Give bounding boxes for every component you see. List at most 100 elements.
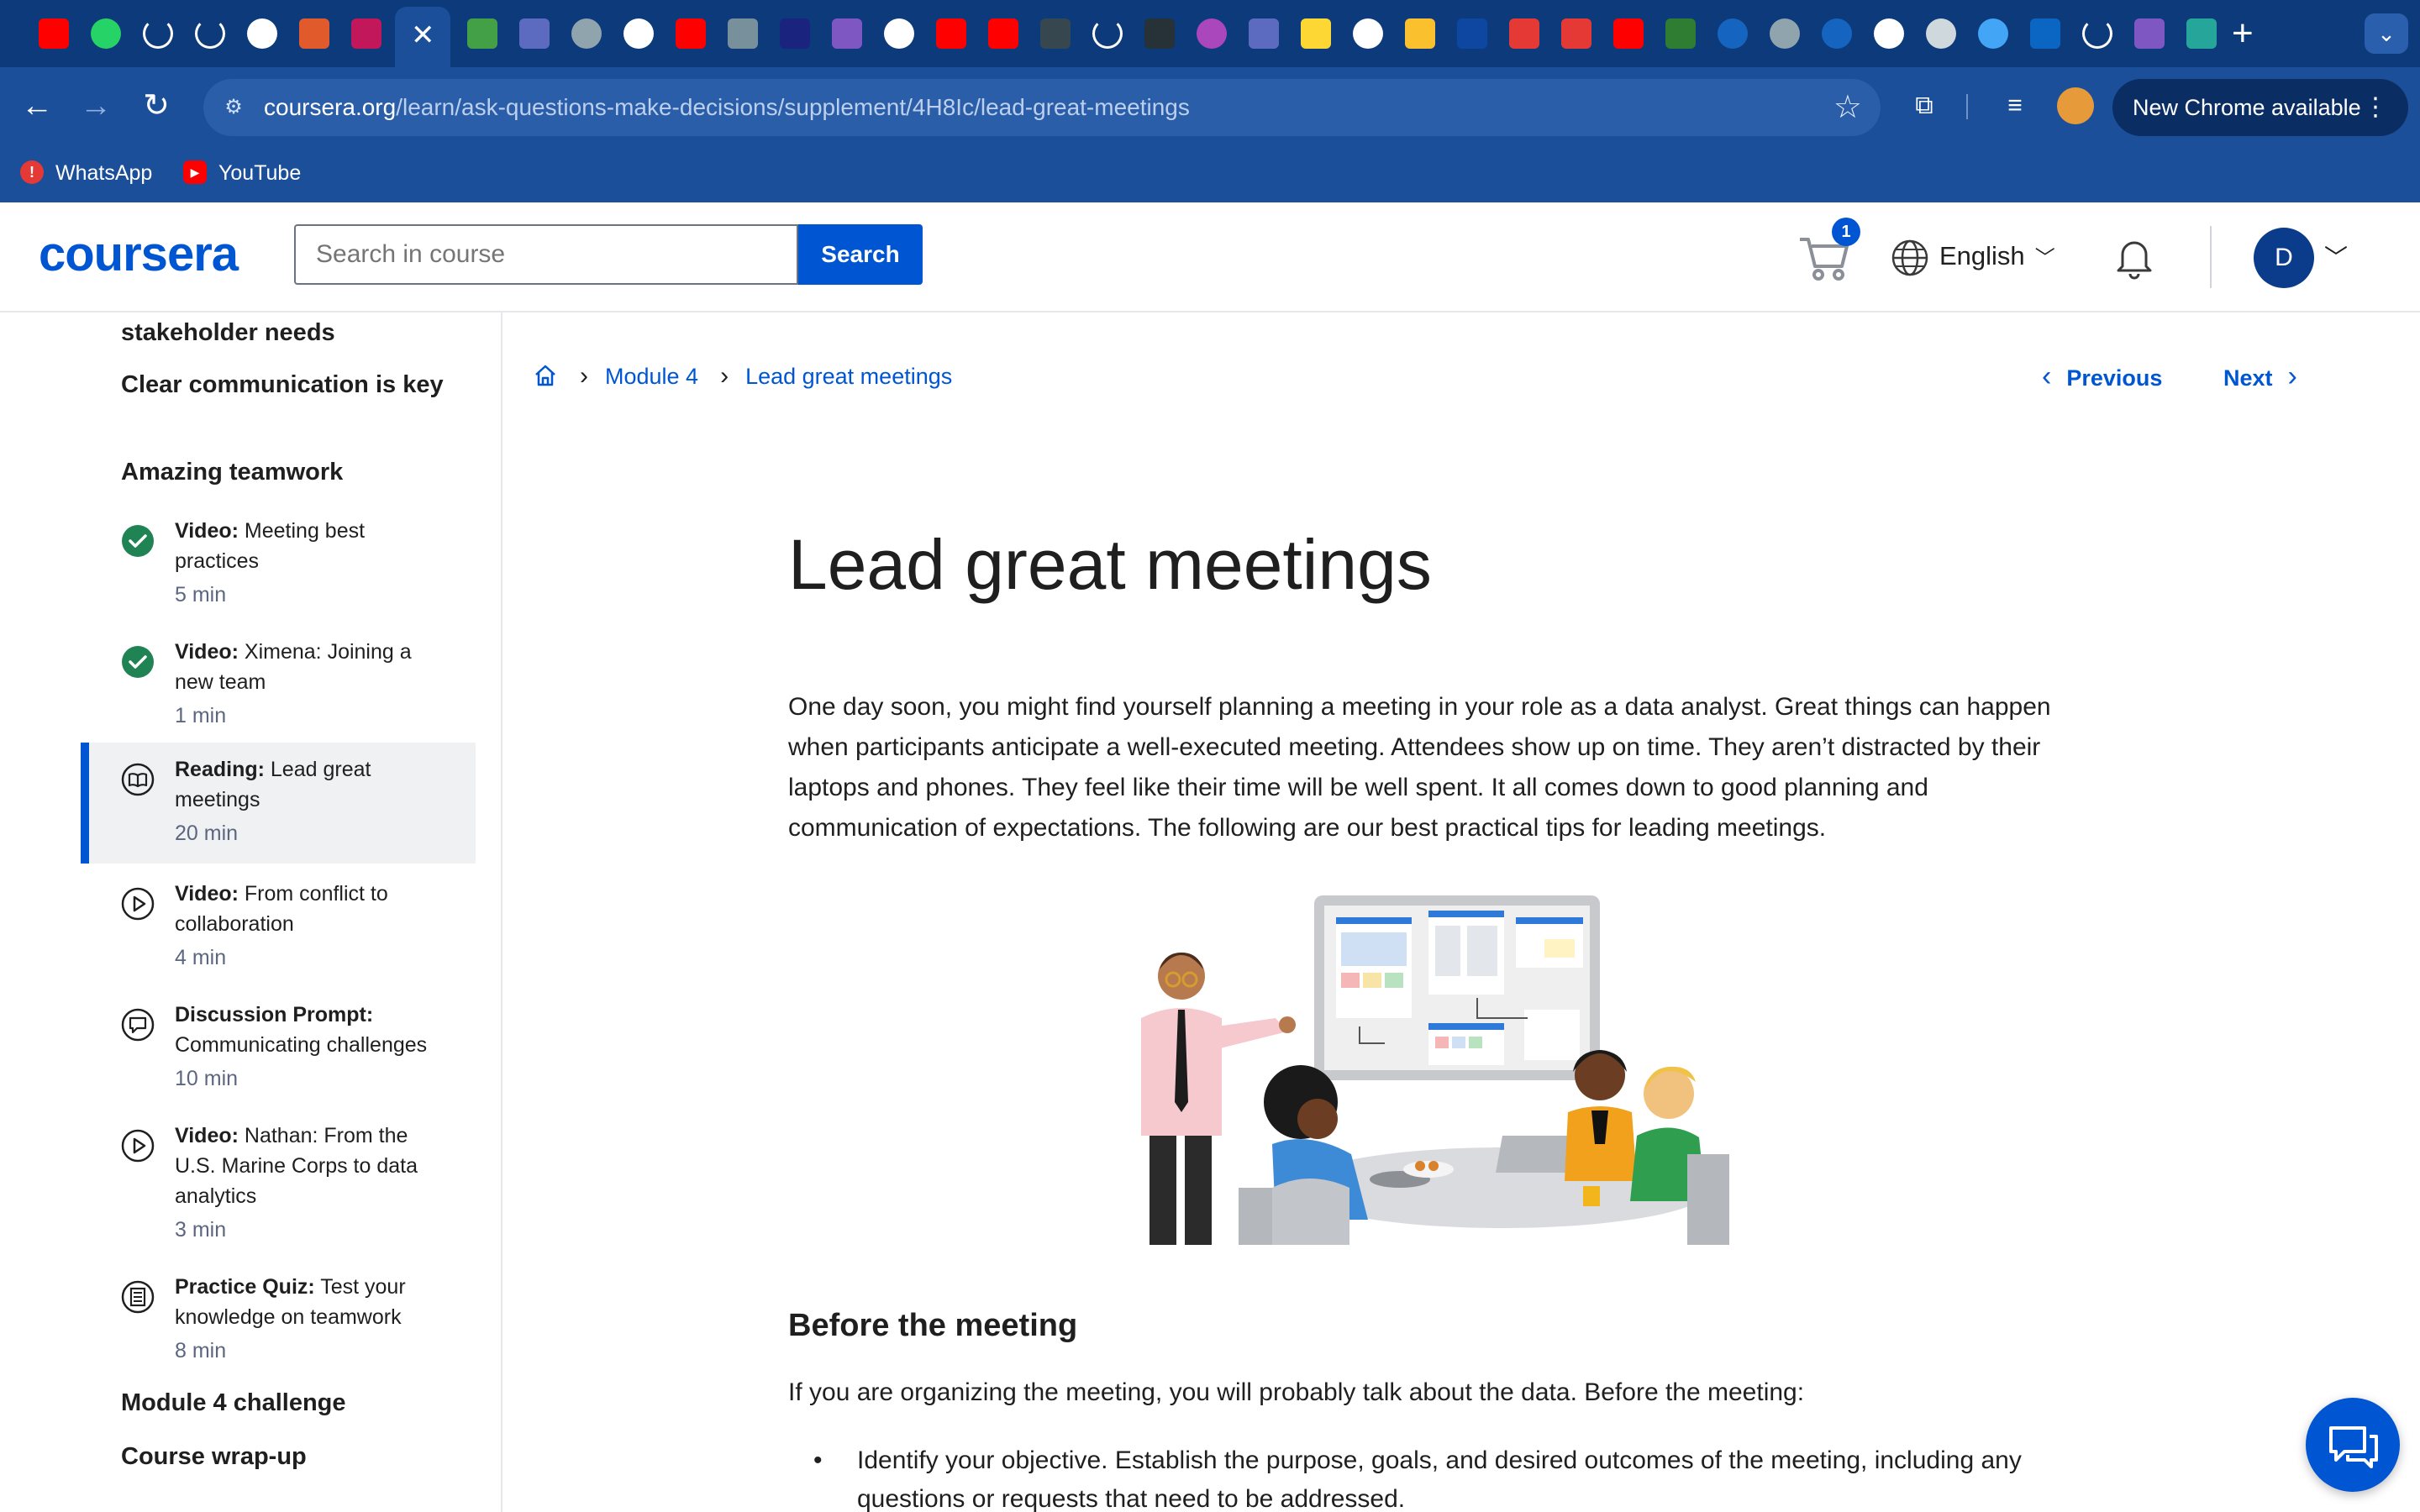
sidebar-section-heading[interactable]: Amazing teamwork [121, 455, 449, 489]
reload-icon[interactable]: ↻ [136, 86, 176, 126]
video-icon[interactable] [1197, 18, 1227, 49]
chat-icon [2329, 1426, 2378, 1468]
chat-help-button[interactable] [2306, 1398, 2400, 1492]
item-type: Video: [175, 640, 239, 664]
user-avatar[interactable]: D [2254, 228, 2314, 288]
sidebar-section-heading[interactable]: Course wrap-up [121, 1440, 449, 1473]
sidebar-item-meeting-best-practices[interactable]: Video: Meeting best practices 5 min [81, 511, 476, 628]
app-icon[interactable] [1665, 18, 1696, 49]
sidebar-item-lead-great-meetings[interactable]: Reading: Lead great meetings 20 min [81, 743, 476, 864]
sidebar-item-text: Video: Meeting best practices 5 min [175, 516, 452, 610]
audio-icon[interactable] [884, 18, 914, 49]
coursera-logo[interactable]: coursera [39, 228, 239, 281]
bookmark-youtube[interactable]: ▶ YouTube [183, 158, 301, 188]
app-icon[interactable] [832, 18, 862, 49]
youtube-icon[interactable] [988, 18, 1018, 49]
loading-icon[interactable] [195, 18, 225, 49]
sidebar-section-heading[interactable]: Module 4 challenge [121, 1386, 449, 1420]
new-tab-button[interactable]: + [2232, 15, 2254, 52]
globe-icon[interactable] [571, 18, 602, 49]
app-icon[interactable] [780, 18, 810, 49]
linkedin-icon[interactable] [2030, 18, 2060, 49]
section-heading: Before the meeting [788, 1308, 1078, 1343]
breadcrumb-module[interactable]: Module 4 [605, 364, 698, 389]
breadcrumb-current[interactable]: Lead great meetings [745, 364, 952, 389]
tab-search-button[interactable]: ⌄ [2365, 13, 2408, 54]
coursera-icon[interactable] [1770, 18, 1800, 49]
app-icon[interactable] [1561, 18, 1591, 49]
meeting-illustration [1141, 895, 1729, 1245]
language-selector[interactable]: English ﹀ [1891, 234, 2055, 278]
item-type: Video: [175, 882, 239, 906]
item-duration: 3 min [175, 1218, 227, 1242]
coursera-icon[interactable] [623, 18, 654, 49]
app-icon[interactable] [2186, 18, 2217, 49]
bookmark-whatsapp[interactable]: ! WhatsApp [20, 158, 152, 188]
chevron-down-icon: ﹀ [2034, 247, 2055, 270]
check-circle-icon [122, 646, 154, 678]
globe-icon [1891, 239, 1928, 276]
sidebar-section-heading[interactable]: Clear communication is key [121, 368, 449, 402]
chevron-right-icon: › [2287, 360, 2297, 392]
active-tab[interactable]: ✕ [395, 7, 450, 67]
app-icon[interactable] [728, 18, 758, 49]
app-icon[interactable] [1301, 18, 1331, 49]
youtube-icon[interactable] [676, 18, 706, 49]
forward-icon[interactable]: → [76, 86, 116, 126]
back-icon[interactable]: ← [17, 86, 57, 126]
sidebar-item-nathan-from-the-us-marine-corps[interactable]: Video: Nathan: From the U.S. Marine Corp… [81, 1116, 476, 1267]
app-icon[interactable] [467, 18, 497, 49]
sidebar-item-ximena-joining-a-new-team[interactable]: Video: Ximena: Joining a new team 1 min [81, 632, 476, 749]
search-button[interactable]: Search [798, 224, 923, 285]
home-icon[interactable] [533, 363, 558, 388]
coursera-icon[interactable] [1718, 18, 1748, 49]
toolbar-divider [1966, 94, 1968, 119]
profile-avatar[interactable] [2057, 87, 2094, 124]
next-button[interactable]: Next › [2223, 360, 2297, 395]
address-bar[interactable]: ⚙ coursera.org/learn/ask-questions-make-… [203, 79, 1881, 136]
youtube-icon[interactable] [936, 18, 966, 49]
google-icon[interactable] [1353, 18, 1383, 49]
whatsapp-icon[interactable] [91, 18, 121, 49]
openai-icon[interactable] [1926, 18, 1956, 49]
loading-icon[interactable] [2082, 18, 2112, 49]
url-text[interactable]: coursera.org/learn/ask-questions-make-de… [264, 92, 1190, 123]
youtube-icon[interactable] [39, 18, 69, 49]
account-menu-chevron-icon[interactable]: ﹀ [2324, 238, 2348, 278]
loading-icon[interactable] [143, 18, 173, 49]
app-icon[interactable] [2134, 18, 2165, 49]
bookmark-label: WhatsApp [55, 161, 153, 185]
app-icon[interactable] [1040, 18, 1071, 49]
app-icon[interactable] [1509, 18, 1539, 49]
coursera-icon[interactable] [1822, 18, 1852, 49]
discussion-icon [121, 1008, 155, 1042]
site-info-icon[interactable]: ⚙ [220, 94, 247, 121]
app-icon[interactable] [1144, 18, 1175, 49]
maps-icon[interactable] [1978, 18, 2008, 49]
close-tab-icon[interactable]: ✕ [411, 18, 435, 52]
previous-button[interactable]: ‹ Previous [2042, 360, 2162, 395]
bookmark-star-icon[interactable]: ☆ [1833, 89, 1862, 126]
app-icon[interactable] [1249, 18, 1279, 49]
sidebar-item-from-conflict-to-collaboration[interactable]: Video: From conflict to collaboration 4 … [81, 874, 476, 991]
sidebar-item-test-your-knowledge-on-teamwork[interactable]: Practice Quiz: Test your knowledge on te… [81, 1267, 476, 1384]
intro-paragraph: One day soon, you might find yourself pl… [788, 693, 2051, 842]
media-queue-icon[interactable]: ≡ [1995, 86, 2035, 126]
sidebar-section-heading[interactable]: stakeholder needs [121, 316, 449, 349]
openai-icon[interactable] [1874, 18, 1904, 49]
more-menu-icon[interactable]: ⋮ [2363, 79, 2388, 136]
update-chrome-button[interactable]: New Chrome available ⋮ [2112, 79, 2408, 136]
sidebar-item-communicating-challenges[interactable]: Discussion Prompt: Communicating challen… [81, 995, 476, 1112]
app-icon[interactable] [351, 18, 381, 49]
app-icon[interactable] [299, 18, 329, 49]
notifications-bell-icon[interactable] [2111, 233, 2158, 280]
github-icon[interactable] [247, 18, 277, 49]
youtube-icon[interactable] [1613, 18, 1644, 49]
app-icon[interactable] [1405, 18, 1435, 49]
search-input[interactable] [294, 224, 798, 285]
app-icon[interactable] [519, 18, 550, 49]
loading-icon[interactable] [1092, 18, 1123, 49]
extensions-icon[interactable]: ⧉ [1904, 86, 1944, 126]
app-icon[interactable] [1457, 18, 1487, 49]
tips-list: Identify your objective. Establish the p… [788, 1441, 2074, 1512]
